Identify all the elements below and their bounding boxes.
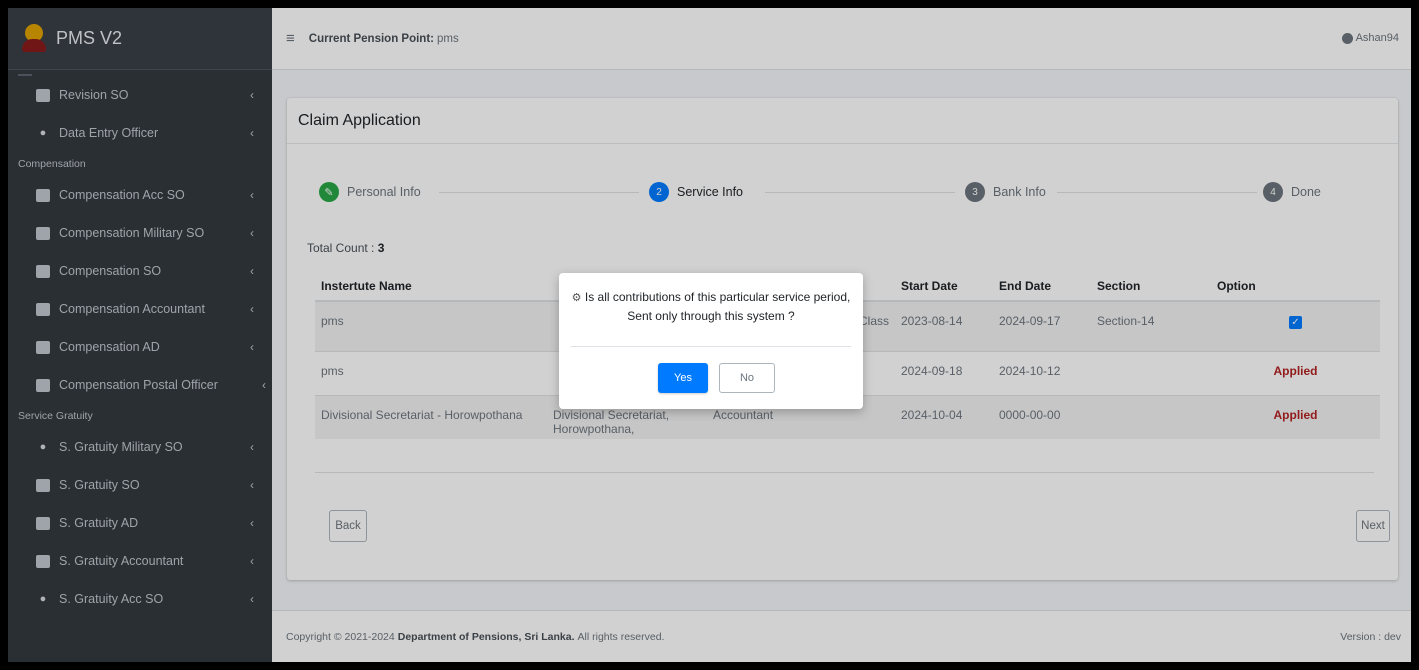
- dialog-divider: [571, 346, 851, 347]
- no-button[interactable]: No: [719, 363, 775, 393]
- confirm-dialog: ⚙ Is all contributions of this particula…: [559, 273, 863, 409]
- gears-icon: ⚙: [571, 292, 582, 304]
- dialog-message: ⚙ Is all contributions of this particula…: [571, 288, 851, 325]
- yes-button[interactable]: Yes: [658, 363, 708, 393]
- app-window: PMS V2 Revision SO ‹ ● Data Entry Office…: [8, 8, 1411, 662]
- dialog-message-text: Is all contributions of this particular …: [584, 290, 851, 323]
